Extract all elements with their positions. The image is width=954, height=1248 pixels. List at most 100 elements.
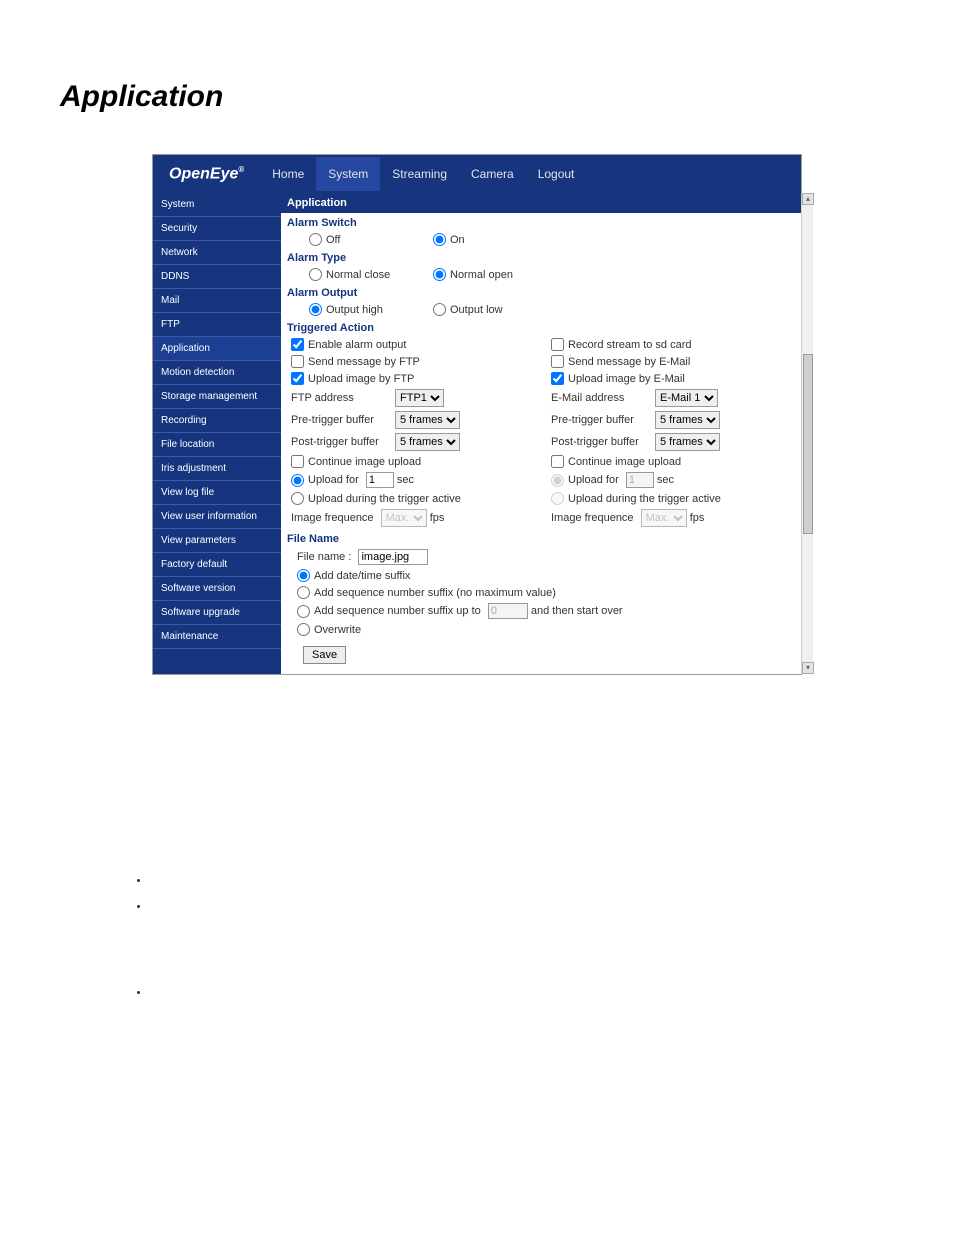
ftp-address-select[interactable]: FTP1	[395, 389, 444, 407]
bullet-list	[150, 875, 954, 993]
alarm-switch-title: Alarm Switch	[281, 213, 801, 231]
sidebar-item-motion[interactable]: Motion detection	[153, 361, 281, 385]
sidebar-item-recording[interactable]: Recording	[153, 409, 281, 433]
scroll-thumb[interactable]	[803, 354, 813, 534]
sidebar-item-storage[interactable]: Storage management	[153, 385, 281, 409]
sidebar-item-security[interactable]: Security	[153, 217, 281, 241]
sidebar-item-system[interactable]: System	[153, 193, 281, 217]
enable-alarm-label: Enable alarm output	[308, 339, 406, 351]
add-seq-nomax-label: Add sequence number suffix (no maximum v…	[314, 587, 556, 599]
sidebar-item-view-params[interactable]: View parameters	[153, 529, 281, 553]
triggered-title: Triggered Action	[281, 318, 801, 336]
sidebar-item-view-user[interactable]: View user information	[153, 505, 281, 529]
ftp-sec-label: sec	[397, 474, 414, 486]
scroll-down-icon[interactable]: ▾	[802, 662, 814, 674]
sidebar-item-application[interactable]: Application	[153, 337, 281, 361]
record-sd-checkbox[interactable]	[551, 338, 564, 351]
output-low-label: Output low	[450, 304, 503, 316]
add-seq-nomax-radio[interactable]	[297, 586, 310, 599]
output-low-radio[interactable]	[433, 303, 446, 316]
overwrite-radio[interactable]	[297, 623, 310, 636]
ftp-upload-for-input[interactable]	[366, 472, 394, 488]
add-date-radio[interactable]	[297, 569, 310, 582]
nav-home[interactable]: Home	[260, 157, 316, 191]
email-freq-label: Image frequence	[551, 512, 634, 524]
sidebar-item-maintenance[interactable]: Maintenance	[153, 625, 281, 649]
ftp-freq-select[interactable]: Max.	[381, 509, 427, 527]
bullet-item	[150, 875, 954, 881]
scrollbar[interactable]: ▴ ▾	[801, 193, 813, 674]
sidebar-item-sw-upgrade[interactable]: Software upgrade	[153, 601, 281, 625]
ftp-upload-for-label: Upload for	[308, 474, 359, 486]
send-ftp-label: Send message by FTP	[308, 356, 420, 368]
bullet-item	[150, 901, 954, 907]
upload-email-checkbox[interactable]	[551, 372, 564, 385]
output-high-radio[interactable]	[309, 303, 322, 316]
bullet-item	[150, 987, 954, 993]
email-sec-label: sec	[657, 474, 674, 486]
output-high-label: Output high	[326, 304, 383, 316]
sidebar-item-network[interactable]: Network	[153, 241, 281, 265]
nav-system[interactable]: System	[316, 157, 380, 191]
file-name-label: File name :	[297, 551, 351, 563]
ftp-upload-during-label: Upload during the trigger active	[308, 493, 461, 505]
sidebar-item-mail[interactable]: Mail	[153, 289, 281, 313]
save-button[interactable]: Save	[303, 646, 346, 664]
normal-open-label: Normal open	[450, 269, 513, 281]
ftp-post-select[interactable]: 5 frames	[395, 433, 460, 451]
scroll-up-icon[interactable]: ▴	[802, 193, 814, 205]
page-title: Application	[60, 80, 954, 114]
ftp-continue-checkbox[interactable]	[291, 455, 304, 468]
logo: OpenEye®	[153, 155, 260, 193]
alarm-off-radio[interactable]	[309, 233, 322, 246]
send-email-checkbox[interactable]	[551, 355, 564, 368]
enable-alarm-checkbox[interactable]	[291, 338, 304, 351]
sidebar-item-ftp[interactable]: FTP	[153, 313, 281, 337]
seq-upto-input[interactable]	[488, 603, 528, 619]
and-then-label: and then start over	[531, 605, 623, 617]
email-upload-during-label: Upload during the trigger active	[568, 493, 721, 505]
email-upload-for-radio[interactable]	[551, 474, 564, 487]
alarm-output-title: Alarm Output	[281, 283, 801, 301]
upload-ftp-checkbox[interactable]	[291, 372, 304, 385]
email-upload-for-input[interactable]	[626, 472, 654, 488]
email-address-select[interactable]: E-Mail 1	[655, 389, 718, 407]
content: Application Alarm Switch Off On Alarm Ty…	[281, 193, 801, 674]
sidebar-item-file-location[interactable]: File location	[153, 433, 281, 457]
sidebar-item-iris[interactable]: Iris adjustment	[153, 457, 281, 481]
email-continue-checkbox[interactable]	[551, 455, 564, 468]
ftp-pre-select[interactable]: 5 frames	[395, 411, 460, 429]
ftp-upload-during-radio[interactable]	[291, 492, 304, 505]
file-name-input[interactable]	[358, 549, 428, 565]
sidebar-item-sw-version[interactable]: Software version	[153, 577, 281, 601]
normal-close-radio[interactable]	[309, 268, 322, 281]
add-date-label: Add date/time suffix	[314, 570, 410, 582]
upload-email-label: Upload image by E-Mail	[568, 373, 685, 385]
send-email-label: Send message by E-Mail	[568, 356, 690, 368]
email-pre-select[interactable]: 5 frames	[655, 411, 720, 429]
nav-streaming[interactable]: Streaming	[380, 157, 459, 191]
normal-open-radio[interactable]	[433, 268, 446, 281]
email-upload-for-label: Upload for	[568, 474, 619, 486]
ftp-address-label: FTP address	[291, 392, 391, 404]
normal-close-label: Normal close	[326, 269, 390, 281]
sidebar-item-view-log[interactable]: View log file	[153, 481, 281, 505]
sidebar-item-ddns[interactable]: DDNS	[153, 265, 281, 289]
nav-logout[interactable]: Logout	[526, 157, 587, 191]
app-window: OpenEye® Home System Streaming Camera Lo…	[152, 154, 802, 675]
alarm-on-radio[interactable]	[433, 233, 446, 246]
ftp-continue-label: Continue image upload	[308, 456, 421, 468]
nav-camera[interactable]: Camera	[459, 157, 526, 191]
email-upload-during-radio[interactable]	[551, 492, 564, 505]
overwrite-label: Overwrite	[314, 624, 361, 636]
ftp-upload-for-radio[interactable]	[291, 474, 304, 487]
add-seq-upto-label: Add sequence number suffix up to	[314, 605, 481, 617]
sidebar: System Security Network DDNS Mail FTP Ap…	[153, 193, 281, 674]
add-seq-upto-radio[interactable]	[297, 605, 310, 618]
email-freq-select[interactable]: Max.	[641, 509, 687, 527]
ftp-freq-label: Image frequence	[291, 512, 374, 524]
send-ftp-checkbox[interactable]	[291, 355, 304, 368]
email-post-select[interactable]: 5 frames	[655, 433, 720, 451]
sidebar-item-factory[interactable]: Factory default	[153, 553, 281, 577]
top-nav: Home System Streaming Camera Logout	[260, 157, 586, 191]
